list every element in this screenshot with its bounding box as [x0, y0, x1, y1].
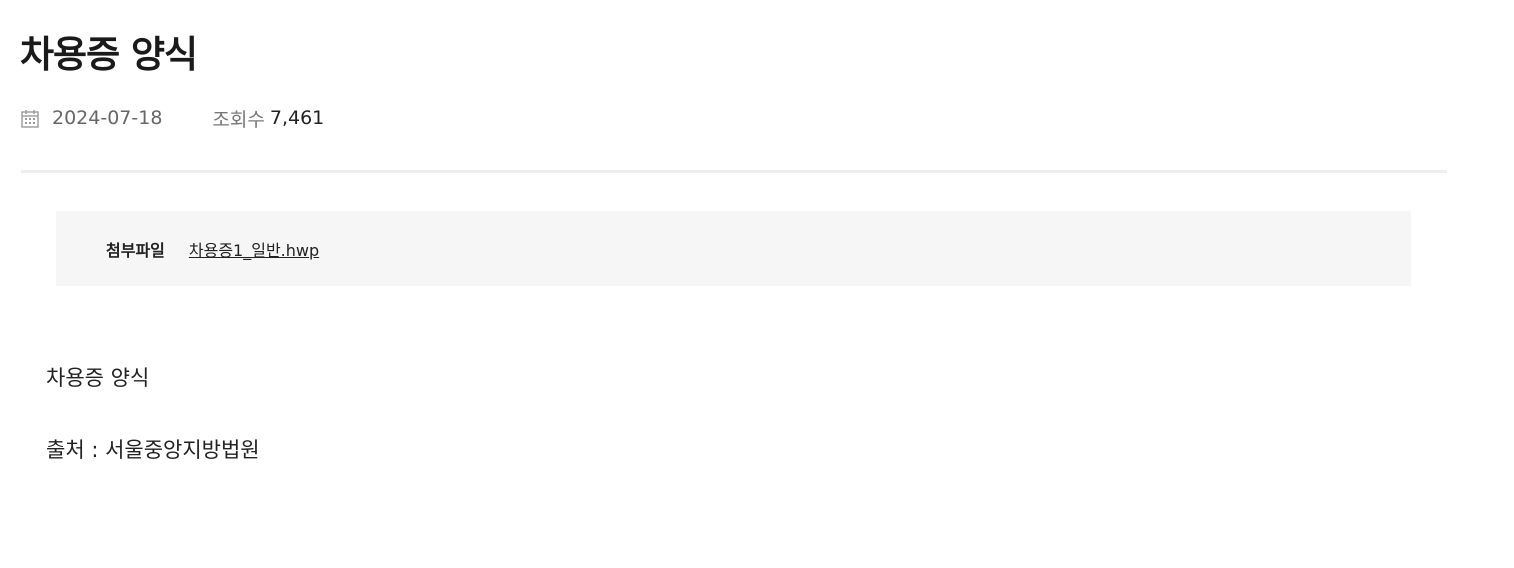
- post-date-wrap: 2024-07-18: [21, 107, 162, 129]
- post-content: 차용증 양식 출처 : 서울중앙지방법원: [46, 362, 260, 466]
- post-meta: 2024-07-18 조회수 7,461: [21, 104, 324, 132]
- views-label: 조회수: [212, 108, 265, 131]
- attachment-box: 첨부파일 차용증1_일반.hwp: [56, 211, 1411, 286]
- post-views: 조회수 7,461: [212, 105, 324, 132]
- content-source-line: 출처 : 서울중앙지방법원: [46, 438, 260, 462]
- calendar-icon: [21, 109, 39, 128]
- page-title: 차용증 양식: [20, 33, 198, 76]
- attachment-label: 첨부파일: [106, 240, 165, 260]
- views-count: 7,461: [269, 107, 325, 129]
- post-page: 차용증 양식 2024-07-18 조회수 7,461 첨부파일 차용증1_일반…: [0, 0, 1514, 568]
- title-divider: [21, 170, 1447, 173]
- post-date: 2024-07-18: [52, 107, 163, 129]
- content-title-line: 차용증 양식: [46, 366, 150, 390]
- attachment-file-link[interactable]: 차용증1_일반.hwp: [189, 237, 319, 261]
